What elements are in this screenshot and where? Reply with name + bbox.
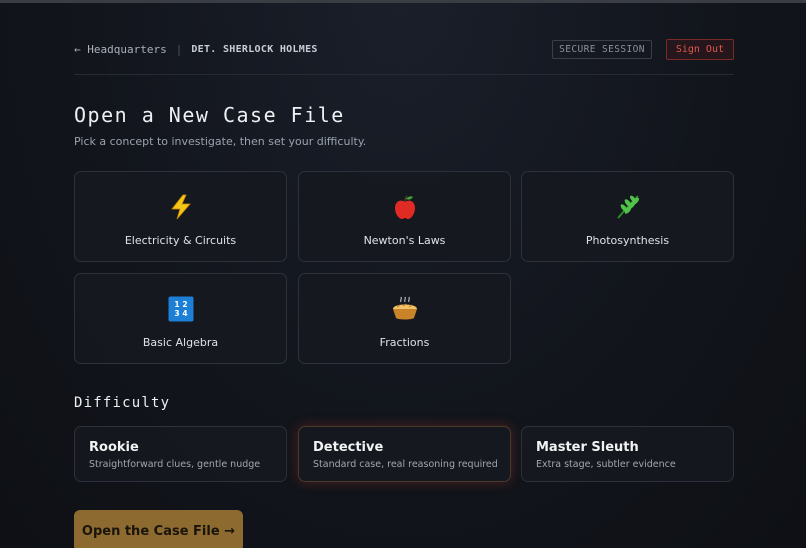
concept-card-fractions[interactable]: Fractions <box>298 273 511 364</box>
page-subtitle: Pick a concept to investigate, then set … <box>74 135 367 148</box>
apple-icon <box>392 194 418 220</box>
svg-text:3: 3 <box>174 309 179 318</box>
concept-card-basic-algebra[interactable]: 1 2 3 4 Basic Algebra <box>74 273 287 364</box>
difficulty-option-detective[interactable]: Detective Standard case, real reasoning … <box>298 426 511 482</box>
difficulty-name: Rookie <box>89 440 139 455</box>
difficulty-description: Extra stage, subtler evidence <box>536 459 676 470</box>
svg-text:4: 4 <box>182 309 187 318</box>
difficulty-option-rookie[interactable]: Rookie Straightforward clues, gentle nud… <box>74 426 287 482</box>
concept-card-newtons-laws[interactable]: Newton's Laws <box>298 171 511 262</box>
secure-session-badge: SECURE SESSION <box>552 39 652 59</box>
svg-text:2: 2 <box>182 300 187 309</box>
concept-card-electricity[interactable]: Electricity & Circuits <box>74 171 287 262</box>
difficulty-description: Standard case, real reasoning required <box>313 459 498 470</box>
sign-out-button[interactable]: Sign Out <box>665 38 734 60</box>
concept-label: Electricity & Circuits <box>124 234 237 247</box>
lightning-icon <box>168 194 194 220</box>
svg-text:1: 1 <box>174 300 179 309</box>
difficulty-name: Master Sleuth <box>536 440 639 455</box>
difficulty-description: Straightforward clues, gentle nudge <box>89 459 261 470</box>
concept-card-photosynthesis[interactable]: Photosynthesis <box>521 171 734 262</box>
open-case-file-button[interactable]: Open the Case File → <box>74 510 243 548</box>
back-to-headquarters-link[interactable]: ← Headquarters <box>74 43 167 56</box>
numbers-icon: 1 2 3 4 <box>168 296 194 322</box>
detective-name: DET. SHERLOCK HOLMES <box>191 43 318 55</box>
difficulty-option-master-sleuth[interactable]: Master Sleuth Extra stage, subtler evide… <box>521 426 734 482</box>
header-divider <box>74 74 734 75</box>
header-separator: | <box>175 42 183 56</box>
pie-icon <box>391 296 419 322</box>
page-title: Open a New Case File <box>74 103 345 127</box>
window-top-border <box>0 0 806 3</box>
concept-label: Basic Algebra <box>142 336 219 349</box>
concept-label: Fractions <box>379 336 430 349</box>
concept-label: Photosynthesis <box>585 234 670 247</box>
concept-label: Newton's Laws <box>363 234 446 247</box>
herb-icon <box>614 194 642 220</box>
difficulty-heading: Difficulty <box>74 395 171 411</box>
difficulty-name: Detective <box>313 440 384 455</box>
top-bar: ← Headquarters | DET. SHERLOCK HOLMES SE… <box>74 38 734 60</box>
